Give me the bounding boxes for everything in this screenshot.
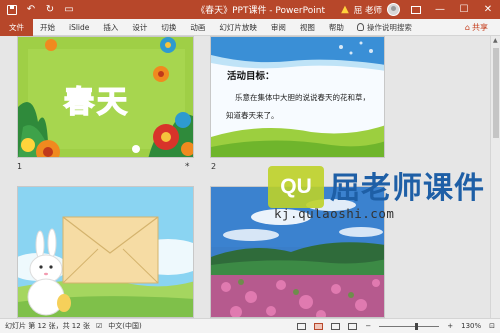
share-label: 共享: [472, 22, 488, 32]
tab-animations[interactable]: 动画: [183, 19, 212, 36]
tab-review[interactable]: 审阅: [264, 19, 293, 36]
reading-view-icon[interactable]: [331, 322, 341, 330]
language[interactable]: 中文(中国): [108, 321, 141, 331]
close-icon[interactable]: ✕: [476, 0, 500, 19]
status-bar: 幻灯片 第 12 张，共 12 张 ☑ 中文(中国) − + 130% ⊡: [0, 318, 500, 333]
user-name: 屈 老师: [353, 5, 382, 16]
tab-help[interactable]: 帮助: [322, 19, 351, 36]
slide-sorter: 春天 1 * 活动目标： 乐意在集体中大胆的说说春天的花和草， 知道春天来了。 …: [0, 36, 490, 318]
zoom-slider-thumb[interactable]: [414, 322, 418, 330]
slide-number-1: 1: [17, 162, 23, 171]
slideshow-view-icon[interactable]: [348, 322, 358, 330]
watermark-name: 屈老师课件: [330, 171, 485, 206]
zoom-level[interactable]: 130%: [461, 322, 481, 330]
scroll-up-icon[interactable]: ▲: [493, 37, 498, 44]
slide-1-title: 春天: [63, 84, 130, 121]
tab-home[interactable]: 开始: [33, 19, 62, 36]
maximize-icon[interactable]: ☐: [452, 0, 476, 19]
slide-number-2: 2: [211, 162, 217, 171]
tab-insert[interactable]: 插入: [96, 19, 125, 36]
minimize-icon[interactable]: —: [428, 0, 452, 19]
tab-transitions[interactable]: 切换: [154, 19, 183, 36]
flower-icon: [160, 37, 176, 53]
ribbon-tabs: 文件 开始 iSlide 插入 设计 切换 动画 幻灯片放映 审阅 视图 帮助 …: [0, 18, 500, 36]
scroll-thumb[interactable]: [493, 48, 499, 138]
account-area[interactable]: ▲ 屈 老师: [341, 3, 404, 16]
tab-view[interactable]: 视图: [293, 19, 322, 36]
slide-2-title: 活动目标：: [227, 71, 275, 82]
tab-design[interactable]: 设计: [125, 19, 154, 36]
slide-sorter-view-icon[interactable]: [314, 322, 324, 330]
window-controls: — ☐ ✕: [404, 0, 500, 19]
undo-icon[interactable]: ↶: [25, 4, 37, 16]
slide-3-art: [18, 187, 193, 317]
avatar[interactable]: [387, 3, 400, 16]
share-icon: ⌂: [464, 22, 470, 32]
presentation-icon[interactable]: ▭: [63, 4, 75, 16]
slide-info: 幻灯片 第 12 张，共 12 张: [5, 322, 90, 330]
fit-to-window-icon[interactable]: ⊡: [489, 322, 495, 330]
vertical-scrollbar[interactable]: ▲: [490, 36, 500, 318]
slide-thumbnail-2[interactable]: 活动目标： 乐意在集体中大胆的说说春天的花和草， 知道春天来了。: [210, 36, 385, 158]
zoom-slider[interactable]: [379, 322, 440, 330]
animation-mark: *: [185, 162, 190, 172]
tell-me-search[interactable]: 操作说明搜索: [356, 22, 412, 33]
tab-slideshow[interactable]: 幻灯片放映: [212, 19, 264, 36]
ribbon-display-icon[interactable]: [404, 0, 428, 19]
lightbulb-icon: [356, 23, 364, 31]
slide-2-body-line-1: 乐意在集体中大胆的说说春天的花和草，: [235, 93, 370, 102]
tell-me-label: 操作说明搜索: [366, 22, 412, 32]
slide-thumbnail-3[interactable]: [17, 186, 194, 318]
quick-access-toolbar: ↶ ↻ ▭: [0, 4, 110, 16]
redo-icon[interactable]: ↻: [44, 4, 56, 16]
watermark-url: kj.qulaoshi.com: [274, 206, 395, 221]
share-button[interactable]: ⌂ 共享: [465, 22, 488, 33]
zoom-in-icon[interactable]: +: [447, 322, 453, 330]
slide-thumbnail-1[interactable]: 春天: [17, 36, 194, 158]
tab-file[interactable]: 文件: [0, 18, 33, 36]
watermark-logo: QU: [268, 166, 324, 208]
save-icon[interactable]: [6, 4, 18, 16]
title-bar: ↶ ↻ ▭ 《春天》PPT课件 - PowerPoint ▲ 屈 老师 — ☐ …: [0, 0, 500, 19]
envelope-icon: [62, 216, 159, 284]
warning-icon: ▲: [341, 4, 349, 15]
normal-view-icon[interactable]: [297, 322, 307, 330]
zoom-out-icon[interactable]: −: [365, 322, 371, 330]
watermark: QU 屈老师课件 kj.qulaoshi.com: [268, 166, 490, 226]
spellcheck-icon[interactable]: ☑: [96, 322, 102, 330]
tab-islide[interactable]: iSlide: [62, 19, 96, 36]
window-title: 《春天》PPT课件 - PowerPoint: [196, 6, 325, 16]
slide-2-body-line-2: 知道春天来了。: [226, 111, 279, 120]
